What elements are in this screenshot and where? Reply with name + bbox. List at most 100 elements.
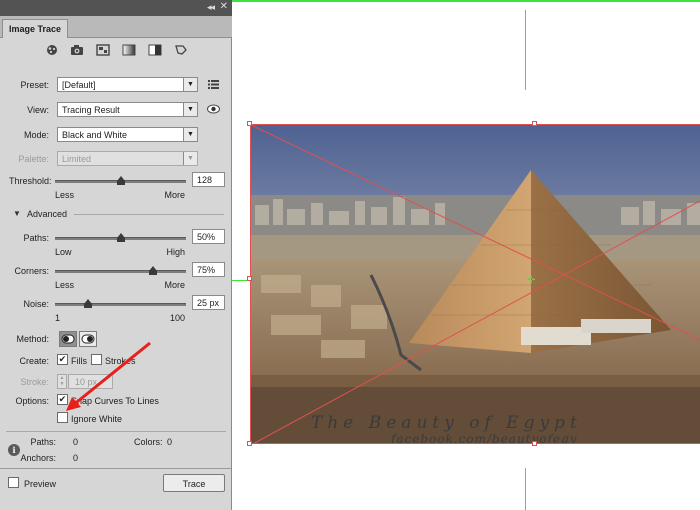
view-label: View:	[27, 105, 49, 115]
pyramid-image: ✛	[251, 125, 700, 443]
mode-dropdown[interactable]: Black and White ▼	[57, 127, 198, 142]
chevron-down-icon: ▼	[183, 78, 197, 91]
palette-label: Palette:	[18, 154, 49, 164]
bounding-handle-bl[interactable]	[247, 441, 252, 446]
collapse-panel-icon[interactable]: ◂◂	[207, 2, 215, 13]
low-color-icon[interactable]	[96, 44, 110, 56]
corners-slider-thumb[interactable]	[149, 266, 158, 275]
preset-dropdown[interactable]: [Default] ▼	[57, 77, 198, 92]
outline-icon[interactable]	[174, 44, 188, 56]
mode-value: Black and White	[62, 130, 128, 140]
method-abutting-button[interactable]	[59, 331, 77, 347]
paths-min-label: Low	[55, 247, 72, 257]
threshold-slider-thumb[interactable]	[116, 176, 125, 185]
paths-input[interactable]: 50%	[192, 229, 225, 244]
noise-slider[interactable]	[55, 303, 186, 306]
info-icon: i	[8, 444, 20, 456]
snap-curves-label[interactable]: Snap Curves To Lines	[71, 396, 159, 406]
paths-slider-thumb[interactable]	[116, 233, 125, 242]
options-label: Options:	[15, 396, 49, 406]
advanced-separator	[74, 214, 224, 215]
preview-label[interactable]: Preview	[24, 479, 56, 489]
chevron-down-icon: ▼	[183, 103, 197, 116]
svg-text:✛: ✛	[527, 275, 536, 286]
fills-label[interactable]: Fills	[71, 356, 87, 366]
bounding-handle-bm[interactable]	[532, 441, 537, 446]
create-label: Create:	[19, 356, 49, 366]
paths-label: Paths:	[23, 233, 49, 243]
corners-label: Corners:	[14, 266, 49, 276]
corners-min-label: Less	[55, 280, 75, 290]
preset-label: Preset:	[20, 80, 49, 90]
preset-value: [Default]	[62, 80, 96, 90]
noise-label: Noise:	[23, 299, 49, 309]
image-trace-panel: ◂◂ ✕ Image Trace Preset: [Default] ▼ Vie…	[0, 0, 232, 510]
pyramid-photo[interactable]: ✛ The Beauty of Egypt facebook.com/beaut…	[250, 124, 700, 444]
chevron-down-icon: ▼	[183, 152, 197, 165]
trace-button[interactable]: Trace	[163, 474, 225, 492]
stats-colors-value: 0	[167, 437, 173, 447]
noise-input[interactable]: 25 px	[192, 295, 225, 310]
threshold-label: Threshold:	[9, 176, 52, 186]
eye-icon[interactable]	[207, 104, 220, 114]
grayscale-icon[interactable]	[122, 44, 136, 56]
stats-colors-label: Colors:	[134, 437, 163, 447]
snap-curves-checkbox[interactable]: ✔	[57, 394, 68, 405]
palette-value: Limited	[62, 154, 92, 164]
bounding-handle-tm[interactable]	[532, 121, 537, 126]
advanced-section-label[interactable]: Advanced	[27, 209, 67, 219]
noise-min-label: 1	[55, 313, 61, 323]
ignore-white-checkbox[interactable]	[57, 412, 68, 423]
tab-image-trace[interactable]: Image Trace	[2, 19, 69, 38]
auto-color-icon[interactable]	[45, 44, 59, 56]
checkmark-icon: ✔	[58, 394, 67, 404]
black-white-icon[interactable]	[148, 44, 162, 56]
corners-slider[interactable]	[55, 270, 186, 273]
noise-max-label: 100	[169, 313, 185, 323]
threshold-max-label: More	[164, 190, 185, 200]
stats-anchors-value: 0	[73, 453, 79, 463]
threshold-min-label: Less	[55, 190, 75, 200]
mode-label: Mode:	[23, 130, 49, 140]
method-label: Method:	[16, 334, 49, 344]
preset-list-icon[interactable]	[208, 80, 219, 89]
stroke-stepper: ▲ ▼	[57, 374, 67, 389]
close-panel-icon[interactable]: ✕	[220, 1, 228, 12]
corners-input[interactable]: 75%	[192, 262, 225, 277]
strokes-label[interactable]: Strokes	[105, 356, 136, 366]
top-guide-line	[178, 0, 700, 2]
abutting-method-icon	[61, 334, 75, 344]
checkmark-icon: ✔	[58, 354, 67, 364]
stroke-label: Stroke:	[20, 377, 49, 387]
stats-paths-label: Paths:	[30, 437, 56, 447]
watermark-url: facebook.com/beautyofegy	[391, 432, 578, 444]
chevron-down-icon: ▼	[183, 128, 197, 141]
ignore-white-label[interactable]: Ignore White	[71, 414, 122, 424]
corners-max-label: More	[164, 280, 185, 290]
fills-checkbox[interactable]: ✔	[57, 354, 68, 365]
stats-separator	[6, 431, 226, 432]
disclosure-triangle-icon[interactable]: ▼	[13, 209, 21, 218]
overlapping-method-icon	[81, 334, 95, 344]
noise-slider-thumb[interactable]	[83, 299, 92, 308]
high-color-icon[interactable]	[70, 44, 84, 56]
panel-title-bar[interactable]: ◂◂ ✕	[0, 0, 232, 16]
method-overlapping-button[interactable]	[79, 331, 97, 347]
bounding-handle-ml[interactable]	[247, 276, 252, 281]
vertical-guide-top	[525, 10, 526, 90]
preview-checkbox[interactable]	[8, 477, 19, 488]
view-value: Tracing Result	[62, 105, 120, 115]
paths-max-label: High	[166, 247, 185, 257]
stats-anchors-label: Anchors:	[20, 453, 56, 463]
threshold-input[interactable]: 128	[192, 172, 225, 187]
panel-tab-bar: Image Trace	[0, 16, 232, 38]
strokes-checkbox[interactable]	[91, 354, 102, 365]
stroke-input: 10 px	[68, 374, 113, 389]
view-dropdown[interactable]: Tracing Result ▼	[57, 102, 198, 117]
vertical-guide-bottom	[525, 468, 526, 510]
footer-separator	[0, 468, 231, 469]
stats-paths-value: 0	[73, 437, 79, 447]
bounding-handle-tl[interactable]	[247, 121, 252, 126]
watermark-title: The Beauty of Egypt	[311, 413, 582, 433]
palette-dropdown: Limited ▼	[57, 151, 198, 166]
